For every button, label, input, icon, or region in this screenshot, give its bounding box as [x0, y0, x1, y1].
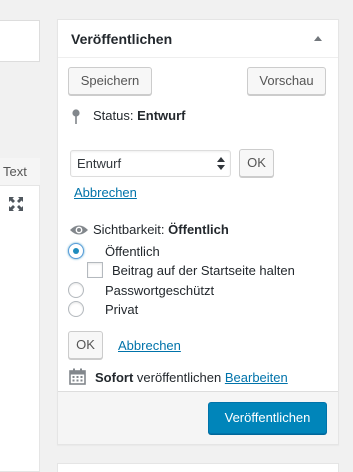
collapse-arrow-icon[interactable]: [314, 36, 322, 41]
status-label: Status:: [93, 108, 134, 123]
status-select[interactable]: Entwurf: [70, 150, 231, 177]
status-text: Status: Entwurf: [93, 108, 185, 123]
visibility-public-label[interactable]: Öffentlich: [105, 244, 160, 259]
publish-box-header[interactable]: Veröffentlichen: [58, 20, 338, 58]
visibility-private-radio[interactable]: [68, 301, 84, 317]
schedule-strong: Sofort: [95, 370, 134, 385]
visibility-label: Sichtbarkeit:: [93, 222, 165, 237]
visibility-public-radio[interactable]: [68, 243, 84, 259]
visibility-password-label[interactable]: Passwortgeschützt: [105, 283, 214, 298]
eye-icon: [69, 224, 89, 236]
fullscreen-icon[interactable]: [8, 196, 24, 212]
publish-box: Veröffentlichen Speichern Vorschau Statu…: [57, 19, 339, 445]
next-meta-box: [57, 463, 339, 472]
visibility-cancel-link[interactable]: Abbrechen: [118, 338, 181, 353]
pin-icon: [71, 109, 81, 125]
save-draft-button[interactable]: Speichern: [68, 67, 152, 95]
visibility-text: Sichtbarkeit: Öffentlich: [93, 222, 229, 237]
status-ok-button[interactable]: OK: [239, 149, 274, 177]
visibility-ok-button[interactable]: OK: [68, 331, 103, 359]
preview-button[interactable]: Vorschau: [247, 67, 326, 95]
visibility-private-label[interactable]: Privat: [105, 302, 138, 317]
status-cancel-link[interactable]: Abbrechen: [74, 185, 137, 200]
calendar-icon: [69, 368, 86, 385]
page: Text Veröffentlichen Speichern Vorschau: [0, 0, 353, 472]
sticky-label[interactable]: Beitrag auf der Startseite halten: [112, 263, 295, 278]
title-input[interactable]: [0, 20, 40, 62]
select-arrows-icon: [217, 155, 225, 172]
sticky-checkbox[interactable]: [87, 262, 103, 278]
tab-text[interactable]: Text: [3, 164, 27, 179]
schedule-edit-link[interactable]: Bearbeiten: [225, 370, 288, 385]
schedule-label: veröffentlichen: [136, 370, 222, 385]
status-select-value: Entwurf: [77, 156, 122, 171]
publish-box-title: Veröffentlichen: [71, 31, 173, 47]
major-publishing-actions: Veröffentlichen: [58, 391, 338, 444]
publish-button[interactable]: Veröffentlichen: [208, 402, 327, 434]
schedule-text: Sofort veröffentlichen Bearbeiten: [95, 370, 288, 385]
visibility-value: Öffentlich: [168, 222, 229, 237]
visibility-password-radio[interactable]: [68, 282, 84, 298]
status-value: Entwurf: [137, 108, 186, 123]
